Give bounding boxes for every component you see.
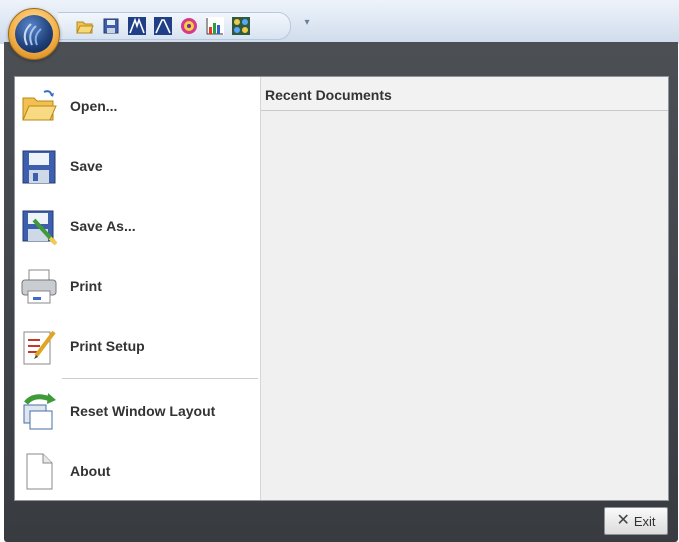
- recent-documents-title: Recent Documents: [265, 87, 392, 103]
- reset-layout-icon: [20, 391, 58, 431]
- recent-documents-panel: Recent Documents: [261, 77, 668, 500]
- command-list: Open... Save Save As... Print Print Setu: [15, 77, 261, 500]
- menu-item-label: Open...: [70, 98, 118, 114]
- peak-icon[interactable]: [128, 17, 146, 35]
- grid-icon[interactable]: [232, 17, 250, 35]
- menu-item-open[interactable]: Open...: [15, 77, 260, 135]
- spectrum-icon[interactable]: [206, 17, 224, 35]
- print-setup-icon: [20, 326, 58, 366]
- menu-item-save[interactable]: Save: [15, 137, 260, 195]
- close-icon: ✕: [616, 512, 630, 529]
- menu-item-label: Save: [70, 158, 103, 174]
- application-button[interactable]: [8, 8, 60, 60]
- menu-item-reset-window-layout[interactable]: Reset Window Layout: [15, 382, 260, 440]
- floppy-disk-icon: [20, 146, 58, 186]
- printer-icon: [20, 266, 58, 306]
- menu-item-print-setup[interactable]: Print Setup: [15, 317, 260, 375]
- menu-item-label: About: [70, 463, 111, 479]
- exit-label: Exit: [633, 513, 656, 529]
- menu-item-label: Print Setup: [70, 338, 145, 354]
- menu-item-print[interactable]: Print: [15, 257, 260, 315]
- exit-button[interactable]: ✕ Exit: [604, 507, 668, 535]
- save-icon[interactable]: [102, 17, 120, 35]
- menu-item-about[interactable]: About: [15, 442, 260, 500]
- target-icon[interactable]: [180, 17, 198, 35]
- quick-access-toolbar: [58, 12, 291, 40]
- customize-toolbar-dropdown[interactable]: ▾: [300, 14, 314, 32]
- recent-documents-header: Recent Documents: [261, 77, 668, 111]
- save-as-icon: [20, 206, 58, 246]
- open-icon[interactable]: [76, 17, 94, 35]
- peak-alt-icon[interactable]: [154, 17, 172, 35]
- application-menu: Open... Save Save As... Print Print Setu: [14, 76, 669, 501]
- menu-item-label: Print: [70, 278, 102, 294]
- menu-item-label: Reset Window Layout: [70, 403, 216, 419]
- app-logo-icon: [15, 15, 53, 53]
- folder-open-icon: [20, 86, 58, 126]
- menu-item-save-as[interactable]: Save As...: [15, 197, 260, 255]
- menu-item-label: Save As...: [70, 218, 136, 234]
- menu-separator: [62, 378, 258, 379]
- document-icon: [20, 451, 58, 491]
